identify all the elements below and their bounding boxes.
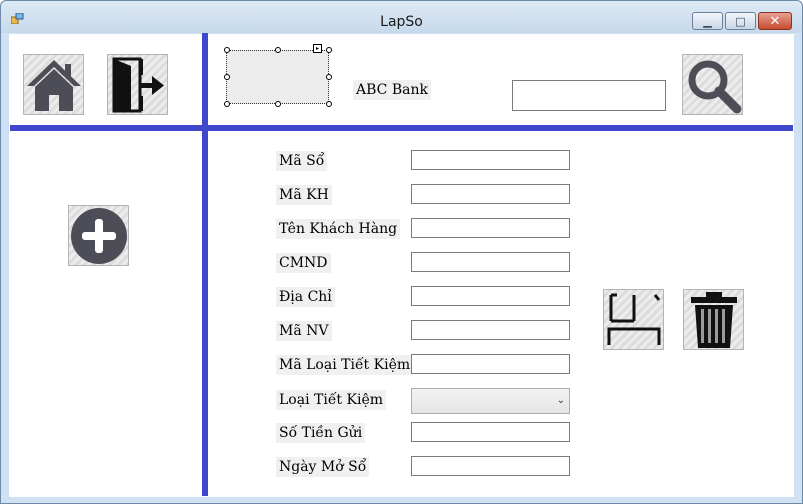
ma-nv-input[interactable] bbox=[411, 320, 570, 340]
search-input[interactable] bbox=[512, 80, 666, 111]
ma-kh-input[interactable] bbox=[411, 184, 570, 204]
save-button[interactable] bbox=[603, 289, 664, 350]
field-label-loai-tiet-kiem: Loại Tiết Kiệm bbox=[276, 390, 387, 410]
resize-handle[interactable] bbox=[224, 101, 230, 107]
resize-handle[interactable] bbox=[275, 101, 281, 107]
search-button[interactable] bbox=[682, 54, 743, 115]
resize-handle[interactable] bbox=[224, 47, 230, 53]
field-label-ma-loai-tiet-kiem: Mã Loại Tiết Kiệm bbox=[276, 355, 414, 375]
resize-handle[interactable] bbox=[326, 47, 332, 53]
title-bar[interactable]: LapSo ▁ □ ✕ bbox=[1, 1, 802, 33]
trash-icon bbox=[690, 291, 737, 348]
ma-loai-tiet-kiem-input[interactable] bbox=[411, 354, 570, 374]
save-icon bbox=[607, 293, 660, 345]
field-label-ma-kh: Mã KH bbox=[276, 185, 332, 205]
add-button[interactable] bbox=[68, 205, 129, 266]
chevron-down-icon: ⌄ bbox=[556, 395, 565, 406]
field-label-so-tien-gui: Số Tiền Gửi bbox=[276, 423, 366, 443]
field-label-ma-so: Mã Sổ bbox=[276, 151, 328, 171]
field-label-dia-chi: Địa Chỉ bbox=[276, 287, 335, 307]
logo-placeholder[interactable] bbox=[226, 50, 329, 104]
exit-button[interactable] bbox=[107, 54, 168, 115]
magnifier-icon bbox=[688, 60, 741, 113]
ngay-mo-so-input[interactable] bbox=[411, 456, 570, 476]
so-tien-gui-input[interactable] bbox=[411, 422, 570, 442]
close-icon: ✕ bbox=[769, 13, 781, 29]
exit-icon bbox=[112, 57, 164, 112]
plus-circle-icon bbox=[70, 207, 127, 264]
dia-chi-input[interactable] bbox=[411, 286, 570, 306]
bank-label: ABC Bank bbox=[353, 80, 431, 100]
minimize-button[interactable]: ▁ bbox=[692, 12, 723, 30]
ten-khach-hang-input[interactable] bbox=[411, 218, 570, 238]
vertical-divider bbox=[202, 33, 208, 496]
smart-tag-arrow-icon[interactable]: ▸ bbox=[313, 44, 322, 53]
field-label-cmnd: CMND bbox=[276, 253, 331, 273]
resize-handle[interactable] bbox=[275, 47, 281, 53]
maximize-button[interactable]: □ bbox=[725, 12, 756, 30]
field-label-ma-nv: Mã NV bbox=[276, 321, 332, 341]
field-label-ten-khach-hang: Tên Khách Hàng bbox=[276, 219, 401, 239]
resize-handle[interactable] bbox=[224, 74, 230, 80]
horizontal-divider bbox=[10, 125, 793, 131]
close-button[interactable]: ✕ bbox=[758, 12, 792, 30]
home-icon bbox=[26, 59, 81, 111]
field-label-ngay-mo-so: Ngày Mở Sổ bbox=[276, 457, 370, 477]
home-button[interactable] bbox=[23, 54, 84, 115]
window-title: LapSo bbox=[380, 14, 423, 30]
loai-tiet-kiem-dropdown[interactable]: ⌄ bbox=[411, 388, 570, 414]
ma-so-input[interactable] bbox=[411, 150, 570, 170]
cmnd-input[interactable] bbox=[411, 252, 570, 272]
delete-button[interactable] bbox=[683, 289, 744, 350]
resize-handle[interactable] bbox=[326, 101, 332, 107]
resize-handle[interactable] bbox=[326, 74, 332, 80]
minimize-icon: ▁ bbox=[703, 14, 712, 28]
maximize-icon: □ bbox=[735, 14, 746, 28]
